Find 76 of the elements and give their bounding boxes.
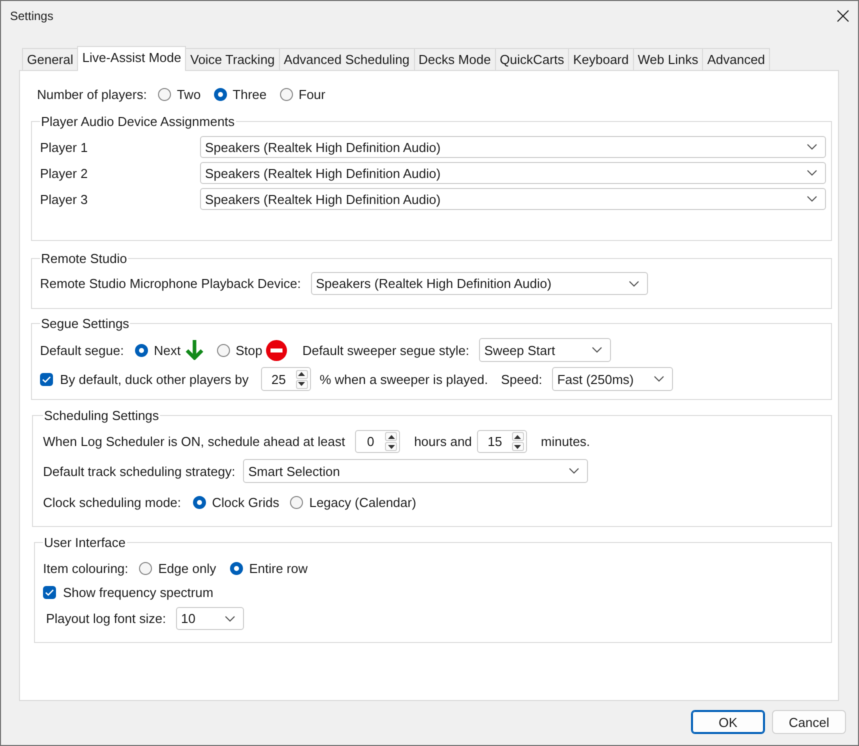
no-entry-icon — [266, 340, 288, 360]
chevron-down-icon — [628, 280, 639, 286]
field-label: Player 1 — [40, 140, 89, 154]
chevron-down-icon — [224, 616, 235, 622]
chevron-down-icon — [592, 347, 602, 353]
cancel-button[interactable]: Cancel — [772, 710, 846, 734]
chevron-down-icon — [807, 170, 817, 176]
group-title: Segue Settings — [40, 316, 130, 331]
field-label: Player 2 — [40, 166, 89, 180]
field-label: Default segue: — [40, 342, 124, 358]
field-label: hours and — [414, 434, 472, 449]
field-label: When Log Scheduler is ON, schedule ahead at least — [43, 434, 346, 449]
radio-option[interactable]: Clock Grids — [193, 494, 280, 510]
tab[interactable]: Advanced — [702, 48, 770, 70]
spin-down-button[interactable] — [296, 380, 308, 388]
field-label: Clock scheduling mode: — [43, 494, 182, 510]
dropdown[interactable]: Smart Selection — [243, 459, 588, 483]
field-label: % when a sweeper is played. — [320, 372, 488, 386]
radio-option[interactable]: Legacy (Calendar) — [290, 494, 416, 510]
tab[interactable]: Live-Assist Mode — [77, 46, 186, 71]
tab[interactable]: General — [22, 48, 78, 70]
dropdown[interactable]: Speakers (Realtek High Definition Audio) — [200, 136, 826, 158]
field-label: Playout log font size: — [46, 611, 166, 626]
spin-down-button[interactable] — [512, 442, 524, 451]
tab[interactable]: Voice Tracking — [185, 48, 280, 70]
dropdown[interactable]: Speakers (Realtek High Definition Audio) — [200, 162, 826, 184]
down-arrow-icon — [184, 340, 204, 360]
group-title: User Interface — [43, 535, 127, 550]
checkbox-option[interactable]: Show frequency spectrum — [43, 584, 214, 600]
close-icon — [837, 10, 849, 22]
field-label: Item colouring: — [43, 560, 128, 576]
dropdown[interactable]: Speakers (Realtek High Definition Audio) — [200, 188, 826, 210]
radio-option[interactable]: Four — [280, 86, 326, 102]
dropdown[interactable]: Sweep Start — [479, 338, 612, 362]
spin-down-button[interactable] — [385, 442, 398, 451]
dropdown[interactable]: Fast (250ms) — [552, 367, 674, 391]
chevron-down-icon — [569, 468, 580, 474]
number-field[interactable]: 25 — [260, 367, 311, 391]
field-label: Remote Studio Microphone Playback Device: — [40, 276, 301, 291]
field-label: minutes. — [540, 434, 590, 449]
tab[interactable]: Advanced Scheduling — [278, 48, 415, 70]
tab[interactable]: Keyboard — [568, 48, 634, 70]
chevron-down-icon — [807, 196, 817, 202]
group-title: Scheduling Settings — [43, 408, 160, 423]
spin-up-button[interactable] — [385, 432, 398, 441]
ok-button[interactable]: OK — [691, 710, 765, 734]
radio-option[interactable]: Stop — [216, 342, 262, 358]
field-label: Default track scheduling strategy: — [43, 464, 236, 478]
radio-option[interactable]: Edge only — [139, 560, 216, 576]
field-label: Speed: — [500, 372, 542, 386]
spin-up-button[interactable] — [512, 432, 524, 441]
up-triangle-icon — [388, 434, 395, 438]
radio-option[interactable]: Two — [158, 86, 201, 102]
group-title: Player Audio Device Assignments — [40, 114, 236, 129]
down-triangle-icon — [298, 382, 306, 386]
dropdown[interactable]: 10 — [176, 607, 244, 630]
number-field[interactable]: 15 — [476, 430, 527, 453]
close-button[interactable] — [837, 10, 849, 22]
chevron-down-icon — [807, 144, 817, 150]
dropdown[interactable]: Speakers (Realtek High Definition Audio) — [310, 272, 648, 295]
radio-option[interactable]: Entire row — [230, 560, 308, 576]
window-title: Settings — [10, 9, 54, 23]
field-label: Player 3 — [40, 192, 89, 206]
up-triangle-icon — [298, 372, 306, 376]
group-title: Remote Studio — [40, 251, 128, 266]
checkbox-option[interactable]: By default, duck other players by — [40, 372, 249, 386]
up-triangle-icon — [514, 434, 522, 438]
field-label: Number of players: — [37, 86, 147, 102]
number-field[interactable]: 0 — [355, 430, 400, 453]
radio-option[interactable]: Next — [134, 342, 181, 358]
radio-option[interactable]: Three — [214, 86, 267, 102]
chevron-down-icon — [654, 376, 664, 382]
down-triangle-icon — [514, 444, 522, 448]
spin-up-button[interactable] — [296, 370, 308, 378]
field-label: Default sweeper segue style: — [302, 342, 470, 358]
down-triangle-icon — [388, 444, 395, 448]
